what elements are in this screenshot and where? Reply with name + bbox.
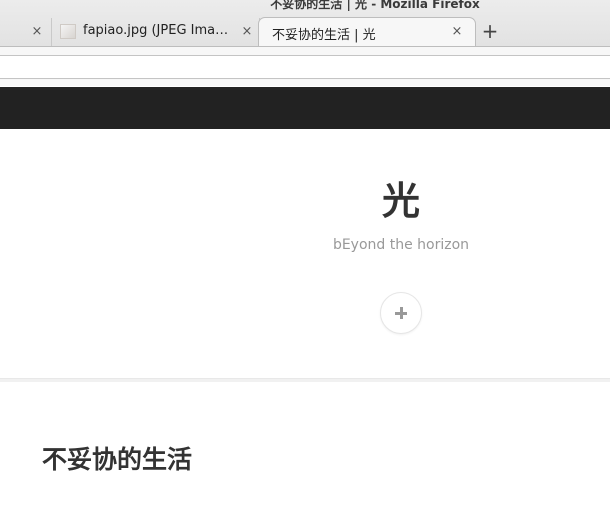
url-bar[interactable] [0,55,610,79]
tab-close-icon[interactable]: × [240,25,254,39]
tab-close-icon[interactable]: × [450,25,464,39]
tab-fapiao-image[interactable]: fapiao.jpg (JPEG Ima… × [52,18,260,46]
window-title: 不妥协的生活 | 光 - Mozilla Firefox [270,0,480,11]
tab-active-page[interactable]: 不妥协的生活 | 光 × [258,17,476,46]
tab-partial[interactable]: × [0,18,52,46]
tab-label: fapiao.jpg (JPEG Ima… [83,23,229,38]
window-titlebar: 不妥协的生活 | 光 - Mozilla Firefox × fapiao.jp… [0,0,610,46]
site-header [0,129,610,379]
tab-label: 不妥协的生活 | 光 [272,28,376,43]
sidebar-toggle-button[interactable] [380,292,422,334]
navigation-toolbar [0,46,610,86]
site-navbar [0,87,610,129]
site-title[interactable]: 光 [301,174,501,228]
new-tab-button[interactable]: + [480,21,500,41]
plus-icon [395,307,407,319]
site-tagline: bEyond the horizon [332,237,470,253]
post-title[interactable]: 不妥协的生活 [42,440,192,480]
tab-close-icon[interactable]: × [30,25,44,39]
image-thumbnail-icon [60,24,76,39]
header-divider [0,378,610,382]
